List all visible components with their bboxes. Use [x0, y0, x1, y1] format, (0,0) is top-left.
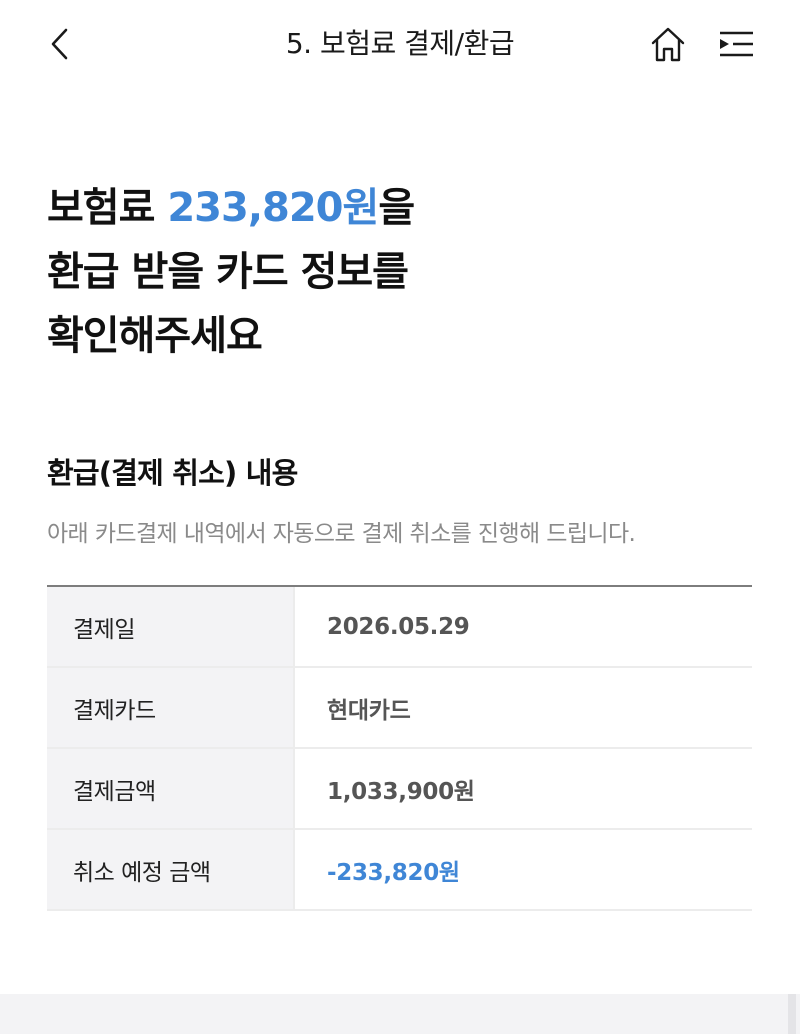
- row-value: 현대카드: [327, 697, 411, 724]
- back-button[interactable]: [40, 22, 80, 66]
- menu-icon: [720, 31, 753, 57]
- home-icon: [651, 27, 685, 62]
- row-label: 취소 예정 금액: [47, 830, 295, 909]
- section-description: 아래 카드결제 내역에서 자동으로 결제 취소를 진행해 드립니다.: [47, 521, 636, 547]
- headline-line-1: 보험료 233,820원을: [47, 176, 747, 240]
- refund-card-info-page: 5. 보험료 결제/환급 보험료 233,820원을 환급 받을 카드 정보를 …: [0, 0, 800, 1034]
- cancel-amount-value: -233,820원: [327, 859, 460, 886]
- table-row-payment-amount: 결제금액 1,033,900원: [47, 749, 752, 830]
- scrollbar[interactable]: [788, 994, 796, 1034]
- refund-amount: 233,820원: [167, 185, 379, 231]
- row-label: 결제카드: [47, 668, 295, 747]
- chevron-left-icon: [51, 28, 68, 60]
- headline: 보험료 233,820원을 환급 받을 카드 정보를 확인해주세요: [47, 176, 747, 368]
- headline-suffix: 을: [378, 185, 415, 231]
- table-row-cancel-amount: 취소 예정 금액 -233,820원: [47, 830, 752, 911]
- row-value: 1,033,900원: [327, 778, 475, 805]
- headline-line-3: 확인해주세요: [47, 313, 263, 359]
- bottom-divider-strip: [0, 994, 800, 1034]
- row-value: 2026.05.29: [327, 613, 470, 640]
- headline-prefix: 보험료: [47, 185, 168, 231]
- headline-line-2: 환급 받을 카드 정보를: [47, 249, 409, 295]
- row-label: 결제일: [47, 587, 295, 666]
- home-button[interactable]: [646, 22, 690, 66]
- refund-info-table: 결제일 2026.05.29 결제카드 현대카드 결제금액 1,033,900원…: [47, 585, 752, 911]
- page-title: 5. 보험료 결제/환급: [285, 27, 515, 60]
- table-row-payment-date: 결제일 2026.05.29: [47, 587, 752, 668]
- menu-button[interactable]: [714, 22, 758, 66]
- top-header: 5. 보험료 결제/환급: [0, 0, 800, 88]
- table-row-payment-card: 결제카드 현대카드: [47, 668, 752, 749]
- section-title: 환급(결제 취소) 내용: [47, 456, 298, 490]
- row-label: 결제금액: [47, 749, 295, 828]
